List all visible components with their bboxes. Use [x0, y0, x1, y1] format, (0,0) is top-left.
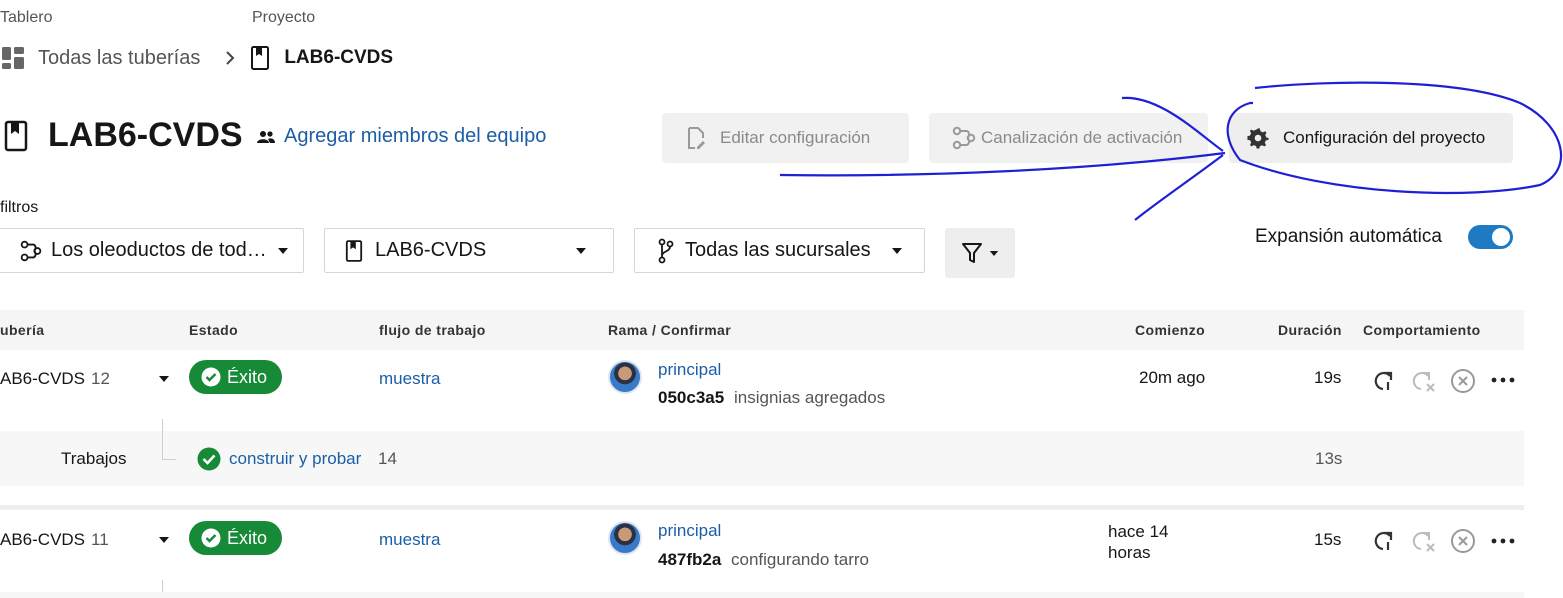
caret-down-icon — [575, 247, 587, 255]
duration: 15s — [1314, 530, 1342, 549]
breadcrumb-all-pipelines[interactable]: Todas las tuberías — [38, 47, 200, 70]
auto-expand-toggle[interactable] — [1468, 225, 1513, 249]
job-duration: 13s — [1315, 449, 1343, 468]
status-badge: Éxito — [189, 521, 282, 555]
filters-label: filtros — [0, 199, 39, 216]
table-row: AB6-CVDS 12 Éxito muestra principal 050c… — [0, 350, 1524, 430]
edit-file-icon — [686, 126, 706, 150]
hand-drawn-circle-annotation — [779, 81, 1563, 221]
tree-connector — [162, 419, 176, 460]
status-badge: Éxito — [189, 360, 282, 394]
status-label: Éxito — [227, 527, 268, 548]
commit-hash[interactable]: 487fb2a — [658, 550, 721, 570]
breadcrumb-top-label-project: Proyecto — [252, 9, 316, 26]
table-header: ubería Estado flujo de trabajo Rama / Co… — [0, 310, 1524, 350]
people-icon — [256, 129, 276, 145]
pipeline-icon — [19, 240, 43, 262]
pipeline-name[interactable]: AB6-CVDS — [0, 530, 85, 550]
jobs-label: Trabajos — [61, 449, 127, 468]
cancel-icon[interactable] — [1450, 368, 1476, 394]
branch-link[interactable]: principal — [658, 360, 721, 380]
more-options-icon[interactable] — [1491, 538, 1515, 544]
avatar — [608, 521, 642, 555]
commit-hash[interactable]: 050c3a5 — [658, 388, 724, 408]
bookmark-icon — [345, 239, 363, 263]
check-circle-icon — [201, 528, 221, 548]
dashboard-grid-icon — [0, 45, 26, 71]
rerun-icon[interactable] — [1372, 369, 1396, 393]
rerun-icon[interactable] — [1372, 529, 1396, 553]
chevron-right-icon — [224, 50, 236, 66]
project-header: LAB6-CVDS — [4, 116, 243, 155]
pipeline-number: 11 — [91, 530, 109, 549]
column-header-workflow[interactable]: flujo de trabajo — [379, 322, 486, 338]
jobs-subrow: Trabajos construir y probar 14 13s — [0, 419, 1524, 486]
table-row: AB6-CVDS 11 Éxito muestra principal 487f… — [0, 510, 1524, 598]
toggle-knob — [1492, 228, 1510, 246]
commit-message: configurando tarro — [731, 550, 869, 569]
advanced-filter-button[interactable] — [945, 228, 1015, 278]
bookmark-icon — [250, 45, 270, 71]
branches-filter-value: Todas las sucursales — [685, 239, 871, 261]
branch-icon — [657, 238, 675, 264]
project-bookmark-icon — [4, 120, 28, 152]
column-header-start[interactable]: Comienzo — [1135, 322, 1205, 338]
column-header-actions[interactable]: Comportamiento — [1363, 322, 1481, 338]
pipelines-filter-select[interactable]: Los oleoductos de tod… — [0, 228, 304, 273]
column-header-duration[interactable]: Duración — [1278, 322, 1342, 338]
caret-down-icon — [989, 250, 999, 257]
caret-down-icon — [277, 247, 289, 255]
start-time: 20m ago — [1139, 368, 1206, 387]
auto-expand-label: Expansión automática — [1255, 226, 1442, 247]
jobs-subrow — [0, 592, 1524, 598]
duration: 19s — [1314, 368, 1342, 387]
workflow-link[interactable]: muestra — [379, 530, 440, 550]
rerun-failed-icon[interactable] — [1411, 529, 1437, 553]
pipeline-number: 12 — [91, 369, 110, 388]
pipelines-filter-value: Los oleoductos de tod… — [51, 239, 267, 261]
status-label: Éxito — [227, 366, 268, 387]
caret-down-icon — [891, 247, 903, 255]
expand-caret-icon[interactable] — [158, 536, 170, 544]
project-filter-select[interactable]: LAB6-CVDS — [324, 228, 614, 273]
column-header-pipeline[interactable]: ubería — [0, 322, 44, 338]
job-number: 14 — [378, 449, 397, 468]
column-header-branch-commit[interactable]: Rama / Confirmar — [608, 322, 731, 338]
branches-filter-select[interactable]: Todas las sucursales — [634, 228, 925, 273]
rerun-failed-icon[interactable] — [1411, 369, 1437, 393]
breadcrumb-project[interactable]: LAB6-CVDS — [284, 47, 393, 69]
project-filter-value: LAB6-CVDS — [375, 239, 487, 261]
job-success-icon — [197, 447, 221, 471]
breadcrumb-top-label-dashboard: Tablero — [0, 9, 53, 26]
commit-message: insignias agregados — [734, 388, 886, 407]
page-title: LAB6-CVDS — [48, 116, 243, 154]
more-options-icon[interactable] — [1491, 377, 1515, 383]
cancel-icon[interactable] — [1450, 528, 1476, 554]
check-circle-icon — [201, 367, 221, 387]
start-time: hace 14 horas — [1108, 522, 1169, 562]
add-members-label: Agregar miembros del equipo — [284, 125, 547, 147]
expand-caret-icon[interactable] — [158, 375, 170, 383]
avatar — [608, 360, 642, 394]
breadcrumb: Todas las tuberías LAB6-CVDS — [0, 44, 393, 72]
add-members-link[interactable]: Agregar miembros del equipo — [256, 125, 546, 148]
pipeline-name[interactable]: AB6-CVDS — [0, 369, 85, 389]
column-header-status[interactable]: Estado — [189, 322, 238, 338]
branch-link[interactable]: principal — [658, 521, 721, 541]
job-link[interactable]: construir y probar — [229, 449, 361, 469]
funnel-icon — [961, 241, 983, 265]
workflow-link[interactable]: muestra — [379, 369, 440, 389]
